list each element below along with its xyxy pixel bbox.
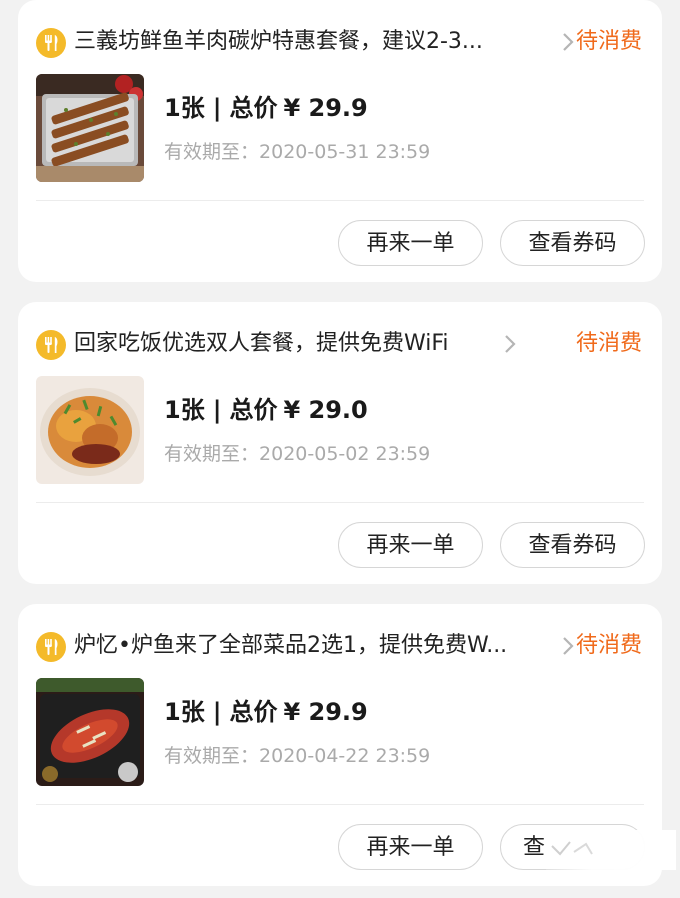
- separator: |: [212, 698, 222, 726]
- validity-date: 2020-05-02 23:59: [259, 443, 431, 465]
- validity-label: 有效期至：: [164, 745, 260, 767]
- total-label: 总价: [229, 94, 278, 122]
- view-voucher-button[interactable]: 查看券码: [500, 522, 645, 568]
- reorder-button[interactable]: 再来一单: [338, 220, 483, 266]
- divider: [36, 804, 644, 805]
- order-card[interactable]: 回家吃饭优选双人套餐，提供免费WiFi 待消费 1张 | 总价 ¥ 29.0 有…: [18, 302, 662, 584]
- status-badge: 待消费: [575, 633, 642, 658]
- total-label: 总价: [229, 698, 278, 726]
- quantity-price-line: 1张 | 总价 ¥ 29.9: [164, 88, 368, 128]
- chevron-right-icon[interactable]: [560, 634, 576, 658]
- view-voucher-button[interactable]: 查看券码: [500, 220, 645, 266]
- order-card-header[interactable]: 三義坊鲜鱼羊肉碳炉特惠套餐，建议2-3... 待消费: [18, 0, 662, 84]
- validity-date: 2020-05-31 23:59: [259, 141, 431, 163]
- divider: [36, 502, 644, 503]
- validity-label: 有效期至：: [164, 141, 260, 163]
- reorder-button[interactable]: 再来一单: [338, 824, 483, 870]
- total-label: 总价: [229, 396, 278, 424]
- shop-name[interactable]: 回家吃饭优选双人套餐，提供免费WiFi: [74, 326, 449, 362]
- quantity: 1张: [164, 94, 205, 122]
- validity-label: 有效期至：: [164, 443, 260, 465]
- quantity: 1张: [164, 396, 205, 424]
- price: ¥ 29.0: [283, 396, 368, 424]
- status-badge: 待消费: [575, 331, 642, 356]
- validity-date: 2020-04-22 23:59: [259, 745, 431, 767]
- separator: |: [212, 94, 222, 122]
- braised-dish-photo[interactable]: [36, 376, 144, 484]
- order-list: 三義坊鲜鱼羊肉碳炉特惠套餐，建议2-3... 待消费 1张 | 总价 ¥ 29.…: [0, 0, 680, 898]
- price: ¥ 29.9: [283, 94, 368, 122]
- validity-line: 有效期至：2020-04-22 23:59: [164, 741, 430, 771]
- divider: [36, 200, 644, 201]
- status-badge: 待消费: [575, 29, 642, 54]
- separator: |: [212, 396, 222, 424]
- quantity: 1张: [164, 698, 205, 726]
- reorder-button[interactable]: 再来一单: [338, 522, 483, 568]
- price: ¥ 29.9: [283, 698, 368, 726]
- chevron-right-icon[interactable]: [560, 30, 576, 54]
- order-card-header[interactable]: 回家吃饭优选双人套餐，提供免费WiFi 待消费: [18, 302, 662, 386]
- watermark: [526, 830, 676, 870]
- fork-knife-icon: [36, 28, 66, 58]
- shop-name[interactable]: 炉忆•炉鱼来了全部菜品2选1，提供免费W...: [74, 628, 507, 664]
- grilled-skewers-photo[interactable]: [36, 74, 144, 182]
- fork-knife-icon: [36, 632, 66, 662]
- order-card[interactable]: 三義坊鲜鱼羊肉碳炉特惠套餐，建议2-3... 待消费 1张 | 总价 ¥ 29.…: [18, 0, 662, 282]
- shop-name[interactable]: 三義坊鲜鱼羊肉碳炉特惠套餐，建议2-3...: [74, 24, 483, 60]
- validity-line: 有效期至：2020-05-31 23:59: [164, 137, 430, 167]
- quantity-price-line: 1张 | 总价 ¥ 29.9: [164, 692, 368, 732]
- quantity-price-line: 1张 | 总价 ¥ 29.0: [164, 390, 368, 430]
- validity-line: 有效期至：2020-05-02 23:59: [164, 439, 430, 469]
- chevron-right-icon[interactable]: [502, 332, 518, 356]
- fork-knife-icon: [36, 330, 66, 360]
- grilled-fish-photo[interactable]: [36, 678, 144, 786]
- order-card-header[interactable]: 炉忆•炉鱼来了全部菜品2选1，提供免费W... 待消费: [18, 604, 662, 688]
